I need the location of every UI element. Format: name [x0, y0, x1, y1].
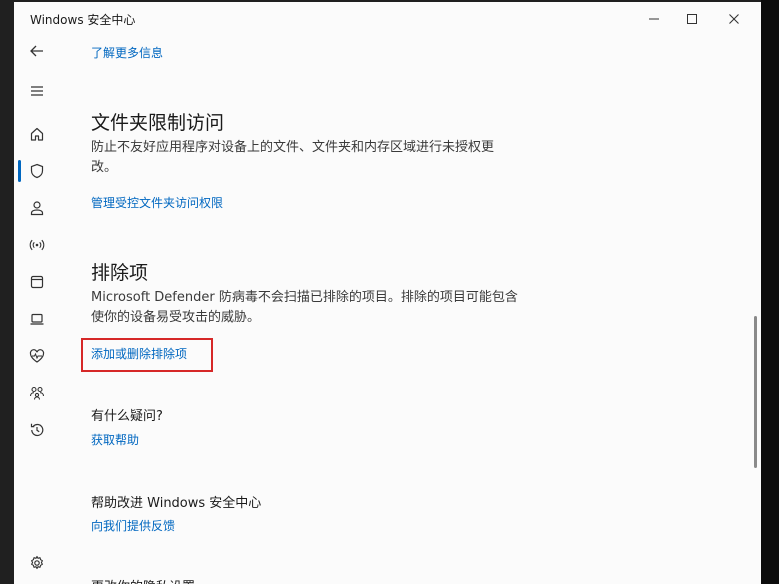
back-button[interactable] — [24, 38, 50, 64]
nav-account-protection[interactable] — [24, 195, 50, 221]
controlled-folder-heading: 文件夹限制访问 — [91, 112, 225, 134]
nav-family-options[interactable] — [24, 380, 50, 406]
feedback-link[interactable]: 向我们提供反馈 — [91, 517, 175, 534]
controlled-folder-description-line2: 改。 — [91, 160, 118, 175]
home-icon — [30, 127, 44, 141]
exclusions-description-line1: Microsoft Defender 防病毒不会扫描已排除的项目。排除的项目可能… — [91, 290, 518, 305]
manage-controlled-folder-link[interactable]: 管理受控文件夹访问权限 — [91, 194, 223, 211]
nav-device-performance[interactable] — [24, 343, 50, 369]
nav-home[interactable] — [24, 121, 50, 147]
privacy-heading: 更改你的隐私设置 — [91, 576, 195, 584]
maximize-icon — [687, 14, 697, 24]
history-icon — [30, 423, 44, 437]
close-icon — [729, 14, 739, 24]
minimize-icon — [649, 18, 659, 20]
nav-virus-protection[interactable] — [24, 158, 50, 184]
nav-app-browser-control[interactable] — [24, 269, 50, 295]
nav-device-security[interactable] — [24, 306, 50, 332]
heart-pulse-icon — [29, 349, 45, 363]
get-help-link[interactable]: 获取帮助 — [91, 431, 139, 448]
security-center-window: Windows 安全中心 了解更多信息 文件夹限制访问 防止不友好应用程序对设备… — [14, 2, 761, 584]
improve-heading: 帮助改进 Windows 安全中心 — [91, 496, 262, 511]
shield-icon — [30, 163, 44, 179]
exclusions-description-line2: 使你的设备易受攻击的威胁。 — [91, 310, 261, 325]
family-icon — [29, 386, 45, 400]
wireless-antenna-icon — [29, 239, 45, 251]
menu-button[interactable] — [24, 78, 50, 104]
person-icon — [30, 201, 44, 216]
learn-more-link[interactable]: 了解更多信息 — [91, 44, 163, 61]
hamburger-menu-icon — [31, 86, 43, 96]
desktop-left-edge — [0, 0, 14, 584]
minimize-button[interactable] — [634, 6, 674, 32]
desktop-right-edge — [761, 0, 779, 584]
nav-firewall[interactable] — [24, 232, 50, 258]
app-window-icon — [30, 275, 44, 289]
exclusions-heading: 排除项 — [91, 262, 149, 284]
title-bar: Windows 安全中心 — [14, 2, 761, 34]
scrollbar-thumb[interactable] — [754, 316, 757, 468]
nav-protection-history[interactable] — [24, 417, 50, 443]
laptop-icon — [30, 313, 44, 325]
annotation-highlight-box — [81, 338, 213, 372]
navigation-sidebar — [14, 34, 60, 584]
nav-settings[interactable] — [24, 550, 50, 576]
close-button[interactable] — [714, 6, 754, 32]
controlled-folder-description-line1: 防止不友好应用程序对设备上的文件、文件夹和内存区域进行未授权更 — [91, 140, 495, 155]
help-heading: 有什么疑问? — [91, 409, 163, 424]
settings-gear-icon — [31, 555, 43, 570]
maximize-button[interactable] — [672, 6, 712, 32]
back-arrow-icon — [30, 45, 43, 57]
controlled-folder-description: 防止不友好应用程序对设备上的文件、文件夹和内存区域进行未授权更 改。 — [91, 138, 531, 178]
active-indicator — [18, 160, 21, 182]
window-title: Windows 安全中心 — [30, 13, 136, 27]
exclusions-description: Microsoft Defender 防病毒不会扫描已排除的项目。排除的项目可能… — [91, 288, 531, 328]
